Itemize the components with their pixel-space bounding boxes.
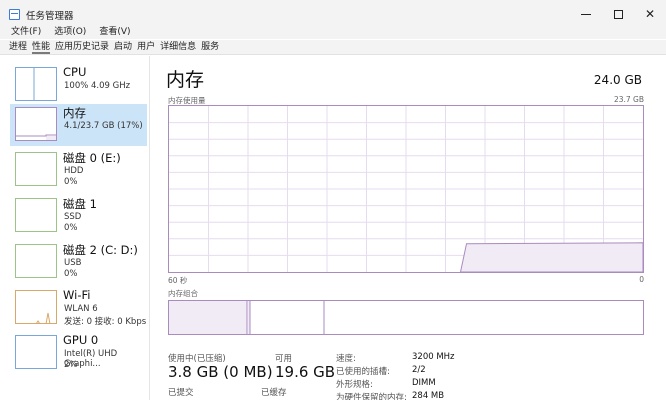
minimize-button[interactable] <box>570 0 602 28</box>
disk-graph-icon <box>15 198 57 232</box>
sidebar-item-value: 0% <box>64 223 78 233</box>
sidebar-item-disk-0[interactable]: 磁盘 0 (E:) HDD 0% <box>10 149 147 191</box>
page-title: 内存 <box>166 69 205 91</box>
tab-startup[interactable]: 启动 <box>114 40 132 54</box>
sidebar-item-wifi[interactable]: Wi-Fi WLAN 6 发送: 0 接收: 0 Kbps <box>10 287 147 329</box>
tab-processes[interactable]: 进程 <box>9 40 27 54</box>
sidebar-item-title: Wi-Fi <box>63 288 91 302</box>
sidebar-item-title: GPU 0 <box>63 333 99 347</box>
in-use-segment <box>169 301 247 334</box>
sidebar-item-subtitle: 4.1/23.7 GB (17%) <box>64 121 143 131</box>
menu-bar: 文件(F) 选项(O) 查看(V) <box>0 25 666 39</box>
available-value: 19.6 GB <box>275 363 336 381</box>
tab-details[interactable]: 详细信息 <box>160 40 196 54</box>
maximize-icon <box>613 9 623 19</box>
sidebar-item-value: 发送: 0 接收: 0 Kbps <box>64 317 147 327</box>
sidebar-item-memory[interactable]: 内存 4.1/23.7 GB (17%) <box>10 104 147 146</box>
slots-value: 2/2 <box>412 365 426 375</box>
sidebar-item-title: 内存 <box>63 106 86 120</box>
performance-sidebar: CPU 100% 4.09 GHz 内存 4.1/23.7 GB (17%) 磁… <box>0 56 150 400</box>
graph-axis-left: 60 秒 <box>168 276 188 285</box>
task-manager-icon <box>9 9 20 20</box>
sidebar-item-value: 0% <box>64 269 78 279</box>
sidebar-item-disk-2[interactable]: 磁盘 2 (C: D:) USB 0% <box>10 241 147 283</box>
sidebar-item-value: 2% <box>64 360 78 370</box>
composition-label: 内存组合 <box>168 289 198 298</box>
sidebar-item-subtitle: WLAN 6 <box>64 304 98 314</box>
sidebar-item-value: 0% <box>64 177 78 187</box>
speed-label: 速度: <box>336 354 356 364</box>
sidebar-item-disk-1[interactable]: 磁盘 1 SSD 0% <box>10 195 147 237</box>
sidebar-item-title: 磁盘 0 (E:) <box>63 151 121 165</box>
sidebar-item-title: 磁盘 2 (C: D:) <box>63 243 138 257</box>
close-button[interactable]: ✕ <box>634 0 666 28</box>
sidebar-item-subtitle: 100% 4.09 GHz <box>64 81 131 91</box>
committed-label: 已提交 <box>168 388 194 398</box>
hardware-reserved-label: 为硬件保留的内存: <box>336 393 407 400</box>
tab-services[interactable]: 服务 <box>201 40 219 54</box>
in-use-value: 3.8 GB (0 MB) <box>168 363 273 381</box>
maximize-button[interactable] <box>602 0 634 28</box>
network-graph-icon <box>15 290 57 324</box>
usage-graph-max: 23.7 GB <box>613 95 644 104</box>
minimize-icon <box>581 13 591 15</box>
total-memory: 24.0 GB <box>593 73 642 87</box>
sidebar-item-title: 磁盘 1 <box>63 197 97 211</box>
memory-usage-plot <box>169 106 644 273</box>
memory-usage-area <box>459 242 644 273</box>
sidebar-item-subtitle: HDD <box>64 166 84 176</box>
memory-detail-panel: 内存 24.0 GB 内存使用量 23.7 GB 60 秒 0 内存组合 使用中… <box>151 56 666 400</box>
menu-file[interactable]: 文件(F) <box>11 25 41 39</box>
tab-bar: 进程 性能 应用历史记录 启动 用户 详细信息 服务 <box>0 40 666 55</box>
window-title: 任务管理器 <box>26 11 74 22</box>
graph-axis-right: 0 <box>639 275 644 284</box>
tab-app-history[interactable]: 应用历史记录 <box>55 40 109 54</box>
sidebar-item-subtitle: USB <box>64 258 82 268</box>
close-icon: ✕ <box>644 7 656 21</box>
speed-value: 3200 MHz <box>412 352 455 362</box>
title-bar: 任务管理器 ✕ <box>0 0 666 28</box>
memory-composition-bar <box>168 300 644 335</box>
sidebar-item-subtitle: SSD <box>64 212 82 222</box>
disk-graph-icon <box>15 244 57 278</box>
menu-options[interactable]: 选项(O) <box>54 25 86 39</box>
cached-label: 已缓存 <box>261 388 287 398</box>
tab-performance[interactable]: 性能 <box>32 40 51 54</box>
hardware-reserved-value: 284 MB <box>412 391 445 400</box>
form-factor-label: 外形规格: <box>336 380 373 390</box>
disk-graph-icon <box>15 152 57 186</box>
sidebar-item-title: CPU <box>63 65 87 79</box>
menu-view[interactable]: 查看(V) <box>99 25 130 39</box>
sidebar-item-gpu[interactable]: GPU 0 Intel(R) UHD Graphi... 2% <box>10 332 147 374</box>
cpu-graph-icon <box>15 67 57 101</box>
slots-label: 已使用的插槽: <box>336 367 390 377</box>
sidebar-item-cpu[interactable]: CPU 100% 4.09 GHz <box>10 64 147 106</box>
memory-graph-icon <box>15 107 57 141</box>
gpu-graph-icon <box>15 335 57 369</box>
memory-usage-graph <box>168 105 644 273</box>
memory-composition-plot <box>169 301 325 334</box>
tab-users[interactable]: 用户 <box>137 40 155 54</box>
form-factor-value: DIMM <box>412 378 436 388</box>
